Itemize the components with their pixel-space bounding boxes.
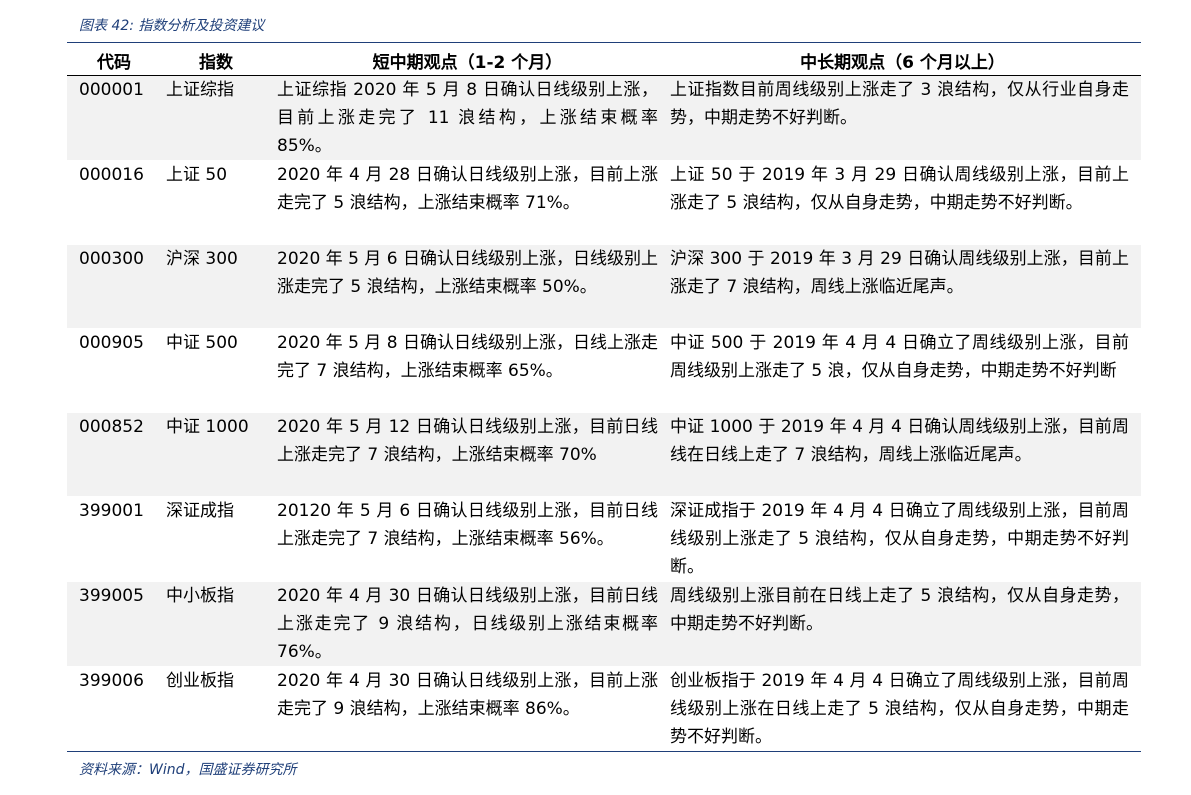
- header-row: 代码 指数 短中期观点（1-2 个月） 中长期观点（6 个月以上）: [67, 45, 1141, 76]
- cell-short-term: 2020 年 4 月 30 日确认日线级别上涨，目前日线上涨走完了 9 浪结构，…: [271, 581, 664, 667]
- cell-long-term: 深证成指于 2019 年 4 月 4 日确立了周线级别上涨，目前周线级别上涨走了…: [664, 496, 1141, 582]
- cell-short-term: 2020 年 5 月 12 日确认日线级别上涨，目前日线上涨走完了 7 浪结构，…: [271, 412, 664, 497]
- cell-short-term: 2020 年 4 月 30 日确认日线级别上涨，目前上涨走完了 9 浪结构，上涨…: [271, 666, 664, 752]
- cell-code: 399001: [67, 496, 161, 582]
- cell-long-term: 上证 50 于 2019 年 3 月 29 日确认周线级别上涨，目前上涨走了 5…: [664, 160, 1141, 245]
- cell-long-term: 上证指数目前周线级别上涨走了 3 浪结构，仅从行业自身走势，中期走势不好判断。: [664, 75, 1141, 161]
- cell-short-term: 2020 年 4 月 28 日确认日线级别上涨，目前上涨走完了 5 浪结构，上涨…: [271, 160, 664, 245]
- table-row: 399006 创业板指 2020 年 4 月 30 日确认日线级别上涨，目前上涨…: [67, 666, 1141, 752]
- cell-index: 上证综指: [161, 75, 271, 161]
- cell-index: 中证 1000: [161, 412, 271, 497]
- header-short-term: 短中期观点（1-2 个月）: [271, 45, 664, 76]
- cell-short-term: 上证综指 2020 年 5 月 8 日确认日线级别上涨，目前上涨走完了 11 浪…: [271, 75, 664, 161]
- header-long-term: 中长期观点（6 个月以上）: [664, 45, 1141, 76]
- table-row: 399001 深证成指 20120 年 5 月 6 日确认日线级别上涨，目前日线…: [67, 496, 1141, 582]
- cell-code: 000905: [67, 328, 161, 413]
- cell-short-term: 2020 年 5 月 6 日确认日线级别上涨，日线级别上涨走完了 5 浪结构，上…: [271, 244, 664, 329]
- cell-long-term: 周线级别上涨目前在日线上走了 5 浪结构，仅从自身走势，中期走势不好判断。: [664, 581, 1141, 667]
- cell-code: 000300: [67, 244, 161, 329]
- cell-long-term: 沪深 300 于 2019 年 3 月 29 日确认周线级别上涨，目前上涨走了 …: [664, 244, 1141, 329]
- table-row: 399005 中小板指 2020 年 4 月 30 日确认日线级别上涨，目前日线…: [67, 581, 1141, 667]
- header-code: 代码: [67, 45, 161, 76]
- cell-code: 399006: [67, 666, 161, 752]
- cell-long-term: 中证 1000 于 2019 年 4 月 4 日确认周线级别上涨，目前周线在日线…: [664, 412, 1141, 497]
- source-note: 资料来源：Wind，国盛证券研究所: [79, 762, 297, 778]
- cell-long-term: 创业板指于 2019 年 4 月 4 日确立了周线级别上涨，目前周线级别上涨在日…: [664, 666, 1141, 752]
- cell-short-term: 2020 年 5 月 8 日确认日线级别上涨，日线上涨走完了 7 浪结构，上涨结…: [271, 328, 664, 413]
- table-row: 000016 上证 50 2020 年 4 月 28 日确认日线级别上涨，目前上…: [67, 160, 1141, 245]
- cell-code: 000001: [67, 75, 161, 161]
- cell-index: 沪深 300: [161, 244, 271, 329]
- cell-code: 000016: [67, 160, 161, 245]
- cell-index: 中小板指: [161, 581, 271, 667]
- table-row: 000852 中证 1000 2020 年 5 月 12 日确认日线级别上涨，目…: [67, 412, 1141, 497]
- cell-short-term: 20120 年 5 月 6 日确认日线级别上涨，目前日线上涨走完了 7 浪结构，…: [271, 496, 664, 582]
- index-analysis-table: 代码 指数 短中期观点（1-2 个月） 中长期观点（6 个月以上） 000001…: [67, 45, 1141, 752]
- cell-index: 上证 50: [161, 160, 271, 245]
- top-rule: [67, 42, 1141, 43]
- table-row: 000001 上证综指 上证综指 2020 年 5 月 8 日确认日线级别上涨，…: [67, 75, 1141, 161]
- figure-caption: 图表 42: 指数分析及投资建议: [79, 18, 265, 34]
- cell-index: 创业板指: [161, 666, 271, 752]
- cell-code: 000852: [67, 412, 161, 497]
- cell-index: 中证 500: [161, 328, 271, 413]
- cell-index: 深证成指: [161, 496, 271, 582]
- table-row: 000905 中证 500 2020 年 5 月 8 日确认日线级别上涨，日线上…: [67, 328, 1141, 413]
- cell-code: 399005: [67, 581, 161, 667]
- table-row: 000300 沪深 300 2020 年 5 月 6 日确认日线级别上涨，日线级…: [67, 244, 1141, 329]
- header-index: 指数: [161, 45, 271, 76]
- cell-long-term: 中证 500 于 2019 年 4 月 4 日确立了周线级别上涨，目前周线级别上…: [664, 328, 1141, 413]
